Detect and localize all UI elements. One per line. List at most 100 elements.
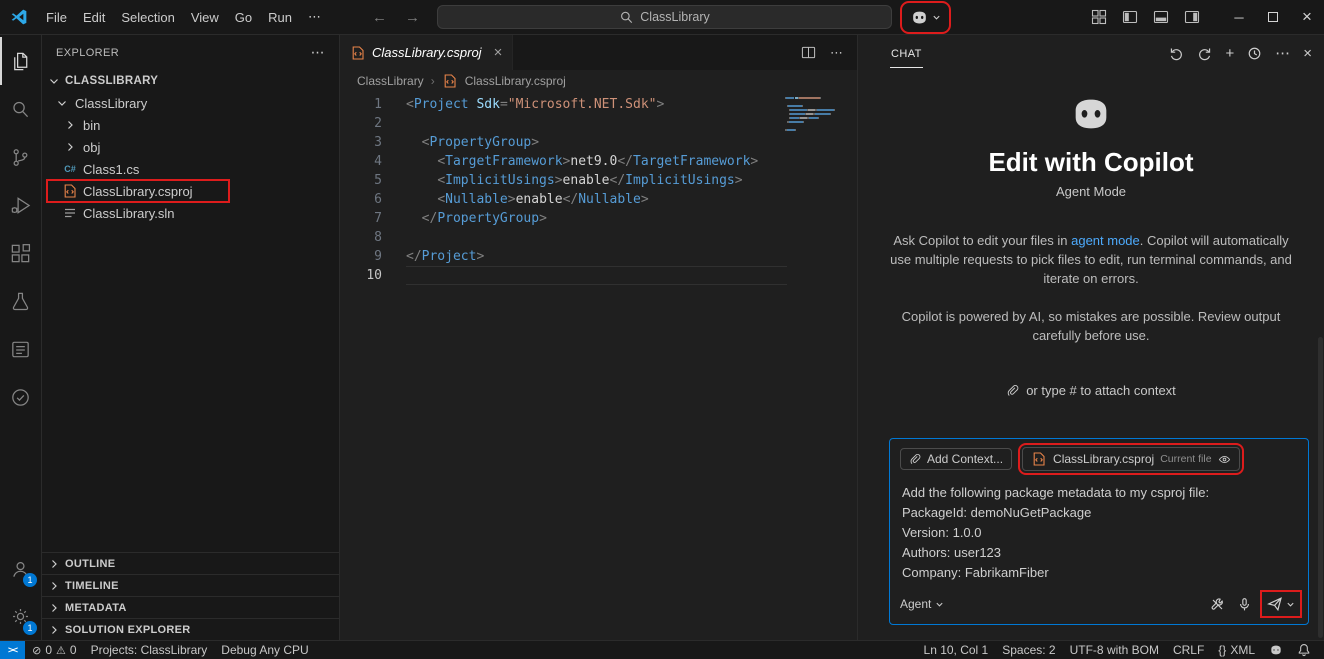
beaker-icon [9,290,32,313]
problems-status[interactable]: ⊘ 0 ⚠ 0 [25,643,83,657]
tab-close-icon[interactable]: × [494,44,503,61]
send-icon [1267,596,1283,612]
breadcrumb-folder[interactable]: ClassLibrary [357,74,424,88]
agent-mode-link[interactable]: agent mode [1071,233,1140,248]
explorer-sidebar: EXPLORER ⋯ CLASSLIBRARY ClassLibrarybino… [42,35,340,640]
tab-chat[interactable]: CHAT [890,39,923,68]
chat-scrollbar[interactable] [1318,337,1323,638]
chat-header: CHAT + ⋯ × [858,35,1324,71]
chevron-right-icon [62,117,78,133]
minimap[interactable] [785,97,847,137]
remote-indicator[interactable]: >< [0,641,25,659]
notifications[interactable] [1290,643,1318,657]
section-outline[interactable]: OUTLINE [42,552,339,574]
cs-file-icon: C# [62,161,78,177]
error-count: 0 [45,643,52,657]
chevron-right-icon [46,578,62,594]
context-pill-filename: ClassLibrary.csproj [1053,452,1154,466]
copilot-button[interactable] [904,5,947,30]
split-editor-icon[interactable] [801,45,816,60]
toggle-panel-icon[interactable] [1153,9,1169,25]
history-icon[interactable] [1247,46,1262,61]
maximize-icon [1268,12,1278,22]
add-context-button[interactable]: Add Context... [900,448,1012,470]
activity-search[interactable] [0,85,41,133]
encoding-status[interactable]: UTF-8 with BOM [1063,643,1166,657]
section-solution-explorer[interactable]: SOLUTION EXPLORER [42,618,339,640]
menu-edit[interactable]: Edit [75,10,113,25]
chevron-right-icon [46,622,62,638]
tree-root-classlibrary[interactable]: CLASSLIBRARY [42,70,339,92]
tools-icon[interactable] [1210,597,1225,612]
activity-testing[interactable] [0,277,41,325]
send-button[interactable] [1264,594,1298,614]
mode-label: Agent [900,597,931,611]
toggle-primary-sidebar-icon[interactable] [1122,9,1138,25]
editor-more-actions[interactable]: ⋯ [830,45,843,61]
breadcrumb-file[interactable]: ClassLibrary.csproj [465,74,566,88]
command-center-search[interactable]: ClassLibrary [437,5,892,29]
activity-accounts[interactable]: 1 [0,544,41,592]
activity-explorer[interactable] [0,37,41,85]
projects-status[interactable]: Projects: ClassLibrary [84,643,215,657]
new-chat-icon[interactable]: + [1225,46,1234,61]
context-pill-current-file[interactable]: ClassLibrary.csproj Current file [1022,447,1240,471]
tree-item-obj[interactable]: obj [42,136,339,158]
chat-welcome: Edit with Copilot Agent Mode Ask Copilot… [858,71,1324,398]
tree-item-class1-cs[interactable]: C#Class1.cs [42,158,339,180]
activity-approvals[interactable] [0,373,41,421]
attach-hint: or type # to attach context [882,383,1300,398]
paperclip-icon [1006,384,1019,397]
run-debug-icon [9,194,32,217]
menu-overflow[interactable]: ⋯ [300,9,329,25]
customize-layout-icon[interactable] [1091,9,1107,25]
cursor-position[interactable]: Ln 10, Col 1 [917,643,996,657]
chat-close-icon[interactable]: × [1303,46,1312,61]
language-mode[interactable]: {} XML [1211,643,1262,657]
section-metadata[interactable]: METADATA [42,596,339,618]
nav-back-icon[interactable]: ← [363,9,396,26]
chevron-right-icon [62,139,78,155]
paperclip-icon [909,453,921,465]
tree-root-label: CLASSLIBRARY [65,75,158,87]
eye-icon[interactable] [1218,453,1231,466]
section-timeline[interactable]: TIMELINE [42,574,339,596]
add-context-label: Add Context... [927,452,1003,466]
section-label: TIMELINE [65,580,119,592]
menu-go[interactable]: Go [227,10,260,25]
indentation-status[interactable]: Spaces: 2 [995,643,1062,657]
tab-classlibrary-csproj[interactable]: ClassLibrary.csproj × [340,35,513,70]
menu-file[interactable]: File [38,10,75,25]
chat-input-text[interactable]: Add the following package metadata to my… [900,471,1298,591]
tree-item-classlibrary-csproj[interactable]: ClassLibrary.csproj [42,180,339,202]
minimize-button[interactable]: ─ [1222,0,1256,35]
toggle-secondary-sidebar-icon[interactable] [1184,9,1200,25]
activity-run-debug[interactable] [0,181,41,229]
activity-checklist[interactable] [0,325,41,373]
undo-icon[interactable] [1169,46,1184,61]
copilot-icon [1269,643,1283,657]
tree-item-classlibrary[interactable]: ClassLibrary [42,92,339,114]
chat-more-icon[interactable]: ⋯ [1275,46,1290,61]
activity-settings[interactable]: 1 [0,592,41,640]
section-label: SOLUTION EXPLORER [65,624,191,636]
copilot-status[interactable] [1262,643,1290,657]
eol-status[interactable]: CRLF [1166,643,1211,657]
tree-item-bin[interactable]: bin [42,114,339,136]
activity-source-control[interactable] [0,133,41,181]
menu-selection[interactable]: Selection [113,10,182,25]
menu-view[interactable]: View [183,10,227,25]
copilot-logo-icon [1068,91,1114,137]
close-button[interactable]: × [1290,0,1324,35]
explorer-more-actions[interactable]: ⋯ [311,44,325,61]
tree-item-classlibrary-sln[interactable]: ClassLibrary.sln [42,202,339,224]
menu-run[interactable]: Run [260,10,300,25]
maximize-button[interactable] [1256,0,1290,35]
mode-picker[interactable]: Agent [900,597,944,611]
code-editor[interactable]: 12345678910 <Project Sdk="Microsoft.NET.… [340,92,857,640]
debug-config-status[interactable]: Debug Any CPU [214,643,315,657]
nav-forward-icon[interactable]: → [396,9,429,26]
activity-extensions[interactable] [0,229,41,277]
mic-icon[interactable] [1237,597,1252,612]
redo-icon[interactable] [1197,46,1212,61]
